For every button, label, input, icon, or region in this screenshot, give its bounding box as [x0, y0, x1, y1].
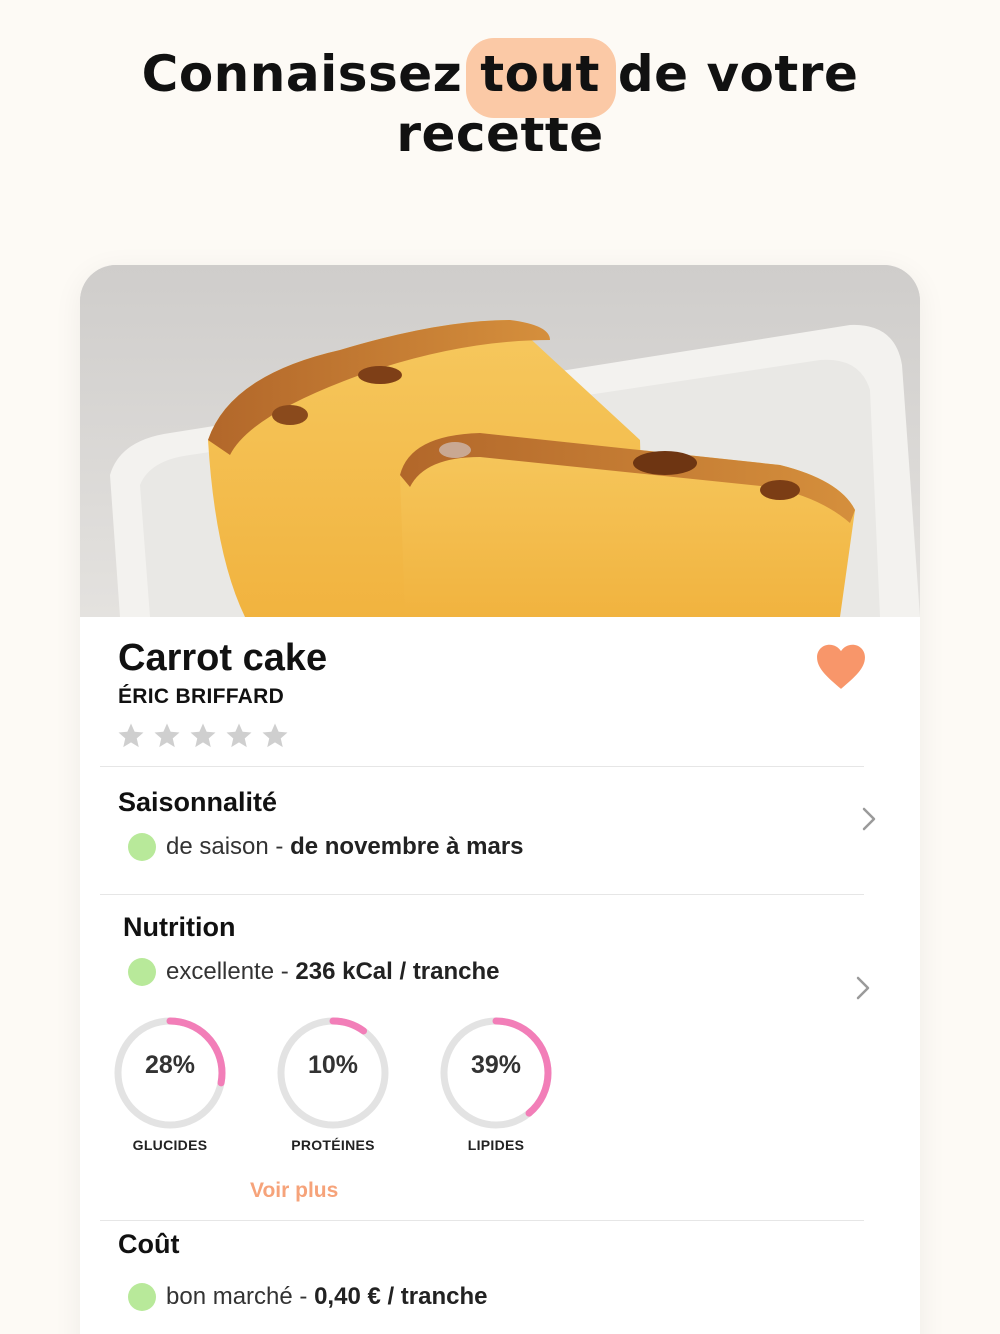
seasonality-status: de saison - de novembre à mars — [128, 833, 524, 861]
macro-gauge-glucides: 28% GLUCIDES — [110, 1013, 230, 1163]
recipe-card: Carrot cake ÉRIC BRIFFARD Saisonnalité d… — [80, 265, 920, 1334]
nutrition-title: Nutrition — [123, 912, 236, 942]
star-icon[interactable] — [152, 721, 182, 751]
chevron-right-icon[interactable] — [852, 974, 874, 1002]
headline: Connaissez tout de votre recette — [0, 38, 1000, 164]
rating-stars[interactable] — [116, 721, 290, 751]
recipe-title: Carrot cake — [118, 637, 328, 679]
recipe-promo-screen: Connaissez tout de votre recette Carrot … — [0, 0, 1000, 1334]
seasonality-detail: de novembre à mars — [290, 833, 524, 860]
headline-highlight: tout — [466, 38, 616, 118]
gauge-label: GLUCIDES — [132, 1137, 208, 1153]
cost-status: bon marché - 0,40 € / tranche — [128, 1283, 488, 1311]
status-dot — [128, 958, 156, 986]
macro-gauge-lipides: 39% LIPIDES — [436, 1013, 556, 1163]
star-icon[interactable] — [188, 721, 218, 751]
cost-title: Coût — [118, 1229, 180, 1259]
divider — [100, 894, 864, 895]
headline-after: de votre — [599, 45, 859, 103]
cost-detail: 0,40 € / tranche — [314, 1283, 488, 1310]
gauge-label: PROTÉINES — [291, 1137, 375, 1153]
star-icon[interactable] — [260, 721, 290, 751]
gauge-value: 28% — [144, 1051, 196, 1079]
seasonality-title: Saisonnalité — [118, 787, 278, 817]
gauge-value: 10% — [307, 1051, 359, 1079]
see-more-link[interactable]: Voir plus — [250, 1179, 338, 1203]
gauge-value: 39% — [470, 1051, 522, 1079]
headline-line-1: Connaissez tout de votre — [0, 38, 1000, 118]
gauge-label: LIPIDES — [467, 1137, 525, 1153]
seasonality-status-text: de saison — [166, 833, 269, 860]
nutrition-status: excellente - 236 kCal / tranche — [128, 958, 500, 986]
star-icon[interactable] — [224, 721, 254, 751]
nutrition-detail: 236 kCal / tranche — [295, 958, 500, 985]
status-dot — [128, 1283, 156, 1311]
nutrition-status-text: excellente — [166, 958, 275, 985]
headline-before: Connaissez — [141, 45, 481, 103]
recipe-photo — [80, 265, 920, 617]
cost-status-text: bon marché — [166, 1283, 293, 1310]
status-dot — [128, 833, 156, 861]
divider — [100, 766, 864, 767]
favorite-heart-icon[interactable] — [816, 643, 866, 691]
star-icon[interactable] — [116, 721, 146, 751]
chevron-right-icon[interactable] — [858, 805, 880, 833]
divider — [100, 1220, 864, 1221]
recipe-author: ÉRIC BRIFFARD — [118, 685, 285, 708]
macro-gauge-proteines: 10% PROTÉINES — [273, 1013, 393, 1163]
